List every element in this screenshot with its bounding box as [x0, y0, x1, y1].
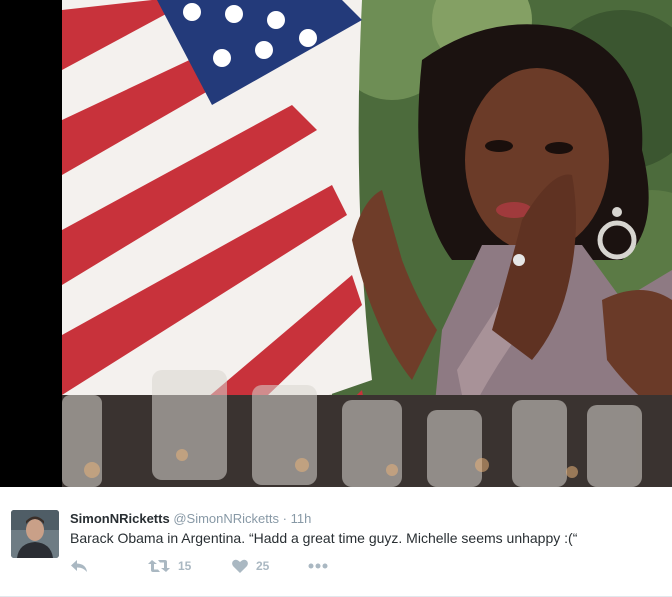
- display-name[interactable]: SimonNRicketts: [70, 511, 170, 526]
- screen-name[interactable]: @SimonNRicketts: [173, 511, 279, 526]
- more-icon: [308, 563, 328, 569]
- tweet-body: SimonNRicketts @SimonNRicketts · 11h Bar…: [0, 487, 672, 597]
- timestamp[interactable]: 11h: [291, 511, 312, 526]
- reply-button[interactable]: [70, 559, 148, 573]
- avatar-image: [11, 510, 59, 558]
- tweet-card: SimonNRicketts @SimonNRicketts · 11h Bar…: [0, 0, 672, 597]
- avatar[interactable]: [11, 510, 59, 558]
- more-button[interactable]: [308, 563, 328, 569]
- heart-icon: [232, 559, 248, 573]
- photo-illustration: [62, 0, 672, 487]
- tweet-media[interactable]: [0, 0, 672, 487]
- retweet-button[interactable]: 15: [148, 559, 232, 573]
- like-count: 25: [256, 559, 270, 573]
- retweet-count: 15: [178, 559, 192, 573]
- tweet-actions: 15 25: [70, 556, 328, 576]
- like-button[interactable]: 25: [232, 559, 308, 573]
- retweet-icon: [148, 559, 170, 573]
- tweet-header: SimonNRicketts @SimonNRicketts · 11h: [70, 510, 311, 528]
- tweet-text: Barack Obama in Argentina. “Hadd a great…: [70, 530, 578, 546]
- reply-icon: [70, 559, 88, 573]
- separator-dot: ·: [282, 511, 287, 526]
- tweet-photo[interactable]: [62, 0, 672, 487]
